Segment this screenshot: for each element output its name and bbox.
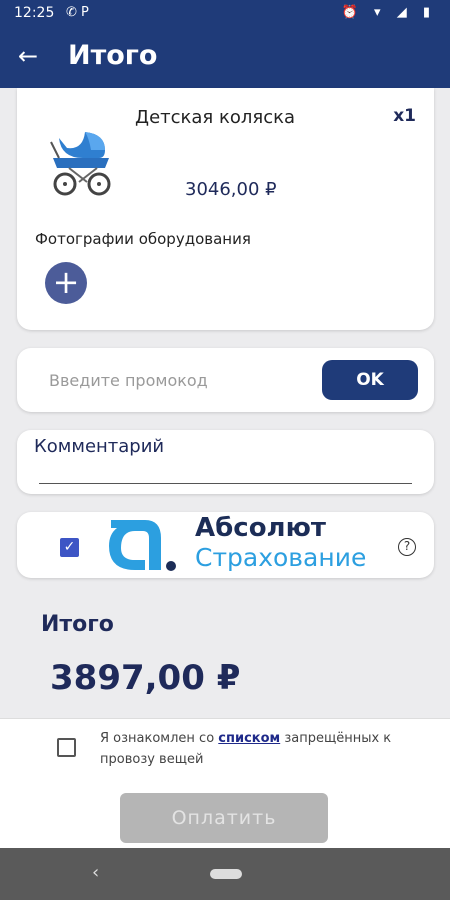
photos-label: Фотографии оборудования [35, 230, 251, 248]
nav-back-icon[interactable]: ‹ [92, 862, 99, 883]
total-value: 3897,00 ₽ [50, 658, 241, 698]
status-bar: 12:25 ✆ P ⏰ ▾ ◢ ▮ [0, 0, 450, 28]
check-icon: ✓ [63, 539, 76, 555]
prohibited-list-link[interactable]: списком [218, 731, 280, 746]
help-icon[interactable]: ? [398, 538, 416, 556]
product-name: Детская коляска [135, 107, 295, 128]
app-bar: ← Итого [0, 28, 450, 88]
agreement-checkbox[interactable] [57, 738, 76, 757]
insurance-checkbox[interactable]: ✓ [60, 538, 79, 557]
page-title: Итого [68, 40, 158, 71]
comment-field-underline[interactable] [39, 483, 412, 484]
insurance-card: ✓ Абсолют Страхование ? [17, 512, 434, 578]
comment-card[interactable]: Комментарий [17, 430, 434, 494]
bottom-panel: Я ознакомлен со списком запрещённых к пр… [0, 718, 450, 848]
product-card: Детская коляска x1 3046,00 ₽ Фотографии … [17, 88, 434, 330]
promo-code-input[interactable] [35, 360, 315, 400]
comment-label: Комментарий [34, 436, 165, 457]
system-icons: ⏰ ▾ ◢ ▮ [341, 5, 436, 20]
promo-card: OK [17, 348, 434, 412]
promo-ok-button[interactable]: OK [322, 360, 418, 400]
product-quantity: x1 [393, 106, 416, 126]
insurance-name-line2: Страхование [195, 543, 367, 572]
status-time: 12:25 [14, 5, 55, 21]
product-price: 3046,00 ₽ [185, 179, 277, 200]
insurance-name-line1: Абсолют [195, 513, 326, 543]
system-nav-bar: ‹ [0, 848, 450, 900]
back-arrow-icon[interactable]: ← [18, 42, 38, 70]
total-label: Итого [41, 612, 114, 637]
nav-home-pill-icon[interactable] [210, 869, 242, 879]
add-photo-button[interactable]: + [45, 262, 87, 304]
agreement-text: Я ознакомлен со списком запрещённых к пр… [100, 728, 420, 770]
notification-icons: ✆ P [66, 5, 89, 20]
plus-icon: + [52, 263, 80, 301]
stroller-icon [50, 132, 111, 196]
agreement-text-start: Я ознакомлен со [100, 731, 219, 746]
pay-button[interactable]: Оплатить [120, 793, 328, 843]
absolut-logo-icon [109, 520, 176, 571]
